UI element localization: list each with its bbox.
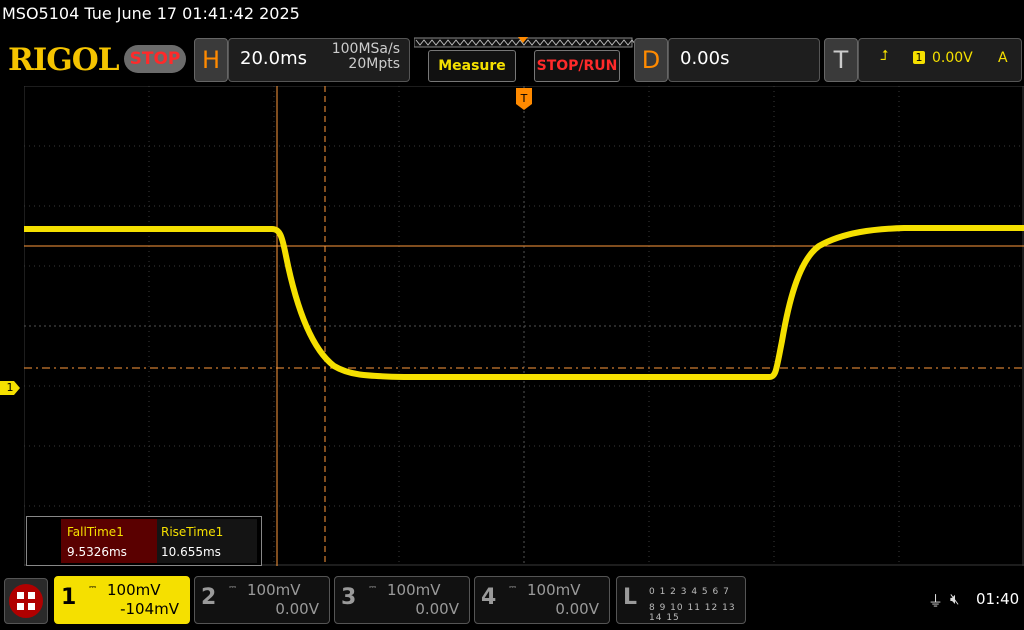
trigger-mode: A — [998, 50, 1008, 66]
measure-button[interactable]: Measure — [428, 50, 516, 82]
channel-offset: 0.00V — [415, 600, 459, 618]
sample-rate: 100MSa/s — [331, 41, 400, 57]
speaker-muted-icon[interactable]: 🔇︎ — [950, 590, 959, 608]
channel-2-tab[interactable]: 2 ⎓ 100mV 0.00V — [194, 576, 330, 624]
run-status-badge[interactable]: STOP — [124, 45, 186, 73]
trigger-channel-badge: 1 — [913, 51, 925, 64]
system-clock: 01:40 — [976, 590, 1020, 608]
waveform-display[interactable]: T — [24, 86, 1024, 566]
channel-number: 2 — [201, 585, 217, 610]
dc-coupling-icon: ⎓ — [509, 583, 517, 593]
timebase-value: 20.0ms — [240, 48, 307, 69]
channel-number: 4 — [481, 585, 497, 610]
trigger-level: 0.00V — [932, 50, 973, 66]
channel-scale: 100mV — [247, 581, 301, 599]
rise-time-label: RiseTime1 — [161, 525, 224, 539]
channel-3-tab[interactable]: 3 ⎓ 100mV 0.00V — [334, 576, 470, 624]
logic-channels-high: 8 9 10 11 12 13 14 15 — [649, 603, 736, 623]
horizontal-label-icon[interactable]: H — [194, 38, 228, 82]
graticule-grid — [24, 86, 1024, 566]
memory-position-bar — [414, 37, 634, 48]
dc-coupling-icon: ⎓ — [89, 583, 97, 593]
channel-1-tab[interactable]: 1 ⎓ 100mV -104mV — [54, 576, 190, 624]
usb-icon: ⏚ — [928, 592, 944, 610]
trigger-edge-icon: ⮥ — [880, 48, 889, 64]
rise-time-value: 10.655ms — [161, 545, 221, 559]
logic-label: L — [623, 585, 638, 610]
sample-rate-info: 100MSa/s 20Mpts — [318, 42, 400, 72]
channel-scale: 100mV — [387, 581, 441, 599]
fall-time-value: 9.5326ms — [67, 545, 127, 559]
window-title: MSO5104 Tue June 17 01:41:42 2025 — [2, 4, 300, 23]
logic-channels-low: 0 1 2 3 4 5 6 7 — [649, 587, 730, 597]
channel-number: 1 — [61, 585, 77, 610]
channel-4-tab[interactable]: 4 ⎓ 100mV 0.00V — [474, 576, 610, 624]
fall-time-label: FallTime1 — [67, 525, 124, 539]
logic-analyzer-tab[interactable]: L 0 1 2 3 4 5 6 7 8 9 10 11 12 13 14 15 — [616, 576, 746, 624]
dc-coupling-icon: ⎓ — [369, 583, 377, 593]
trigger-label-icon[interactable]: T — [824, 38, 858, 82]
memory-depth: 20Mpts — [348, 56, 400, 72]
rigol-logo: RIGOL — [8, 42, 120, 78]
menu-grid-icon — [9, 584, 43, 618]
channel-scale: 100mV — [107, 581, 161, 599]
channel-scale: 100mV — [527, 581, 581, 599]
ch1-ground-marker[interactable]: 1 — [0, 381, 20, 395]
delay-value: 0.00s — [680, 48, 730, 69]
trigger-position-marker: T — [516, 88, 532, 110]
stop-run-button[interactable]: STOP/RUN — [534, 50, 620, 82]
channel-offset: -104mV — [120, 600, 179, 618]
channel-offset: 0.00V — [555, 600, 599, 618]
main-menu-button[interactable] — [4, 578, 48, 624]
dc-coupling-icon: ⎓ — [229, 583, 237, 593]
channel-number: 3 — [341, 585, 357, 610]
svg-text:T: T — [520, 92, 528, 105]
channel-offset: 0.00V — [275, 600, 319, 618]
measurement-panel[interactable]: FallTime1 9.5326ms RiseTime1 10.655ms — [26, 516, 262, 566]
delay-label-icon[interactable]: D — [634, 38, 668, 82]
